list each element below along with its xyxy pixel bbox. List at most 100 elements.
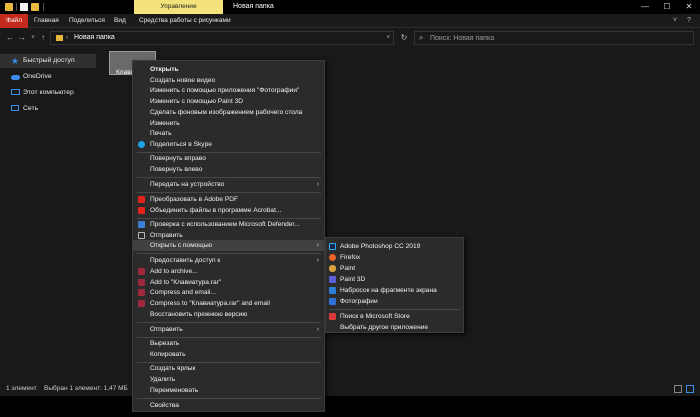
- menu-item-add-to-archive[interactable]: Add to archive...: [133, 266, 324, 277]
- submenu-item-choose-another-app[interactable]: Выбрать другое приложение: [326, 322, 463, 333]
- submenu-item-firefox[interactable]: Firefox: [326, 252, 463, 263]
- search-box[interactable]: ⌕: [414, 31, 694, 45]
- tab-share[interactable]: Поделиться: [69, 14, 105, 28]
- menu-item-convert-to-pdf[interactable]: Преобразовать в Adobe PDF: [133, 194, 324, 205]
- menu-item-label: Создать ярлык: [150, 365, 196, 372]
- menu-item-label: Изменить с помощью Paint 3D: [150, 98, 244, 105]
- menu-item-rotate-right[interactable]: Повернуть вправо: [133, 153, 324, 164]
- sidebar-item-quick-access[interactable]: ★ Быстрый доступ: [0, 54, 96, 68]
- manage-contextual-tab[interactable]: Управление: [134, 0, 223, 14]
- menu-item-label: Поиск в Microsoft Store: [340, 313, 410, 320]
- back-button[interactable]: ←: [5, 32, 15, 44]
- divider: [16, 3, 17, 11]
- acrobat-icon: [138, 196, 145, 203]
- menu-item-send-to[interactable]: Отправить ›: [133, 324, 324, 335]
- menu-item-rotate-left[interactable]: Повернуть влево: [133, 164, 324, 175]
- menu-item-edit-with-paint3d[interactable]: Изменить с помощью Paint 3D: [133, 96, 324, 107]
- sidebar-item-label: OneDrive: [23, 73, 52, 80]
- sidebar-item-onedrive[interactable]: OneDrive: [0, 70, 96, 84]
- photos-icon: [329, 298, 336, 305]
- help-button[interactable]: ?: [687, 14, 691, 28]
- menu-item-label: Удалить: [150, 376, 176, 383]
- photoshop-icon: [329, 243, 336, 250]
- defender-icon: [138, 221, 145, 228]
- menu-item-label: Свойства: [150, 402, 179, 409]
- menu-item-open[interactable]: Открыть: [133, 64, 324, 75]
- address-bar[interactable]: › Новая папка ˅: [50, 31, 394, 45]
- menu-item-label: Фотографии: [340, 298, 378, 305]
- navigation-pane: ★ Быстрый доступ OneDrive Этот компьютер…: [0, 48, 96, 382]
- tab-file[interactable]: Файл: [0, 14, 28, 28]
- refresh-button[interactable]: ↻: [399, 32, 409, 44]
- breadcrumb[interactable]: Новая папка: [74, 32, 115, 44]
- large-icons-view-icon[interactable]: [686, 385, 694, 393]
- menu-item-edit-with-photos[interactable]: Изменить с помощью приложения "Фотографи…: [133, 85, 324, 96]
- menu-item-compress-and-email[interactable]: Compress and email...: [133, 287, 324, 298]
- address-row: ← → ˅ ↑ › Новая папка ˅ ↻ ⌕: [0, 28, 700, 48]
- recent-locations-button[interactable]: ˅: [28, 32, 38, 44]
- chevron-right-icon: ›: [316, 242, 319, 249]
- folder-icon: [56, 35, 63, 41]
- menu-item-cast-to-device[interactable]: Передать на устройство ›: [133, 179, 324, 190]
- sidebar-item-label: Быстрый доступ: [23, 57, 75, 64]
- sidebar-item-label: Этот компьютер: [23, 89, 74, 96]
- network-icon: [11, 105, 19, 111]
- store-icon: [329, 313, 336, 320]
- menu-item-properties[interactable]: Свойства: [133, 400, 324, 411]
- menu-item-give-access[interactable]: Предоставить доступ к ›: [133, 255, 324, 266]
- menu-item-label: Compress and email...: [150, 289, 216, 296]
- menu-item-label: Проверка с использованием Microsoft Defe…: [150, 221, 300, 228]
- ribbon-collapse-button[interactable]: ˅: [673, 14, 677, 28]
- menu-item-rename[interactable]: Переименовать: [133, 385, 324, 396]
- up-button[interactable]: ↑: [38, 32, 48, 44]
- menu-item-label: Adobe Photoshop CC 2019: [340, 243, 421, 250]
- minimize-button[interactable]: —: [634, 0, 656, 14]
- computer-icon: [11, 89, 20, 95]
- submenu-item-snip-sketch[interactable]: Набросок на фрагменте экрана: [326, 285, 463, 296]
- menu-item-label: Изменить с помощью приложения "Фотографи…: [150, 87, 300, 94]
- menu-item-combine-in-acrobat[interactable]: Объединить файлы в программе Acrobat...: [133, 205, 324, 216]
- menu-item-cut[interactable]: Вырезать: [133, 338, 324, 349]
- maximize-button[interactable]: ☐: [656, 0, 678, 14]
- close-button[interactable]: ✕: [678, 0, 700, 14]
- details-view-icon[interactable]: [674, 385, 682, 393]
- folder-icon: [5, 3, 13, 11]
- submenu-item-paint[interactable]: Paint: [326, 263, 463, 274]
- winrar-icon: [138, 289, 145, 296]
- sidebar-item-this-pc[interactable]: Этот компьютер: [0, 86, 96, 100]
- menu-item-set-as-background[interactable]: Сделать фоновым изображением рабочего ст…: [133, 107, 324, 118]
- submenu-item-photos[interactable]: Фотографии: [326, 296, 463, 307]
- star-icon: ★: [11, 56, 20, 66]
- sidebar-item-network[interactable]: Сеть: [0, 102, 96, 116]
- chevron-right-icon[interactable]: ›: [66, 32, 68, 44]
- tab-view[interactable]: Вид: [114, 14, 126, 28]
- menu-item-label: Объединить файлы в программе Acrobat...: [150, 207, 282, 214]
- menu-item-restore-previous-version[interactable]: Восстановить прежнюю версию: [133, 309, 324, 320]
- tab-home[interactable]: Главная: [34, 14, 59, 28]
- menu-item-label: Firefox: [340, 254, 361, 261]
- submenu-item-paint3d[interactable]: Paint 3D: [326, 274, 463, 285]
- menu-item-defender-scan[interactable]: Проверка с использованием Microsoft Defe…: [133, 219, 324, 230]
- context-menu: Открыть Создать новое видео Изменить с п…: [132, 60, 325, 412]
- submenu-item-search-store[interactable]: Поиск в Microsoft Store: [326, 311, 463, 322]
- forward-button[interactable]: →: [17, 32, 27, 44]
- menu-item-copy[interactable]: Копировать: [133, 349, 324, 360]
- sidebar-item-label: Сеть: [23, 105, 39, 112]
- menu-item-share-skype[interactable]: Поделиться в Skype: [133, 139, 324, 150]
- properties-icon[interactable]: [20, 3, 28, 11]
- tab-picture-tools[interactable]: Средства работы с рисунками: [139, 14, 231, 28]
- menu-item-create-shortcut[interactable]: Создать ярлык: [133, 363, 324, 374]
- menu-item-label: Повернуть вправо: [150, 155, 206, 162]
- menu-item-print[interactable]: Печать: [133, 128, 324, 139]
- menu-item-label: Выбрать другое приложение: [340, 324, 429, 331]
- menu-separator: [137, 192, 321, 193]
- menu-item-label: Передать на устройство: [150, 181, 225, 188]
- new-folder-icon[interactable]: [31, 3, 39, 11]
- chevron-down-icon[interactable]: ˅: [386, 32, 390, 44]
- open-with-submenu: Adobe Photoshop CC 2019 Firefox Paint Pa…: [325, 237, 464, 333]
- menu-item-delete[interactable]: Удалить: [133, 374, 324, 385]
- menu-item-compress-to-rar-and-email[interactable]: Compress to "Клавиатура.rar" and email: [133, 298, 324, 309]
- menu-item-open-with[interactable]: Открыть с помощью ›: [133, 240, 324, 251]
- submenu-item-photoshop[interactable]: Adobe Photoshop CC 2019: [326, 241, 463, 252]
- search-input[interactable]: [430, 32, 685, 44]
